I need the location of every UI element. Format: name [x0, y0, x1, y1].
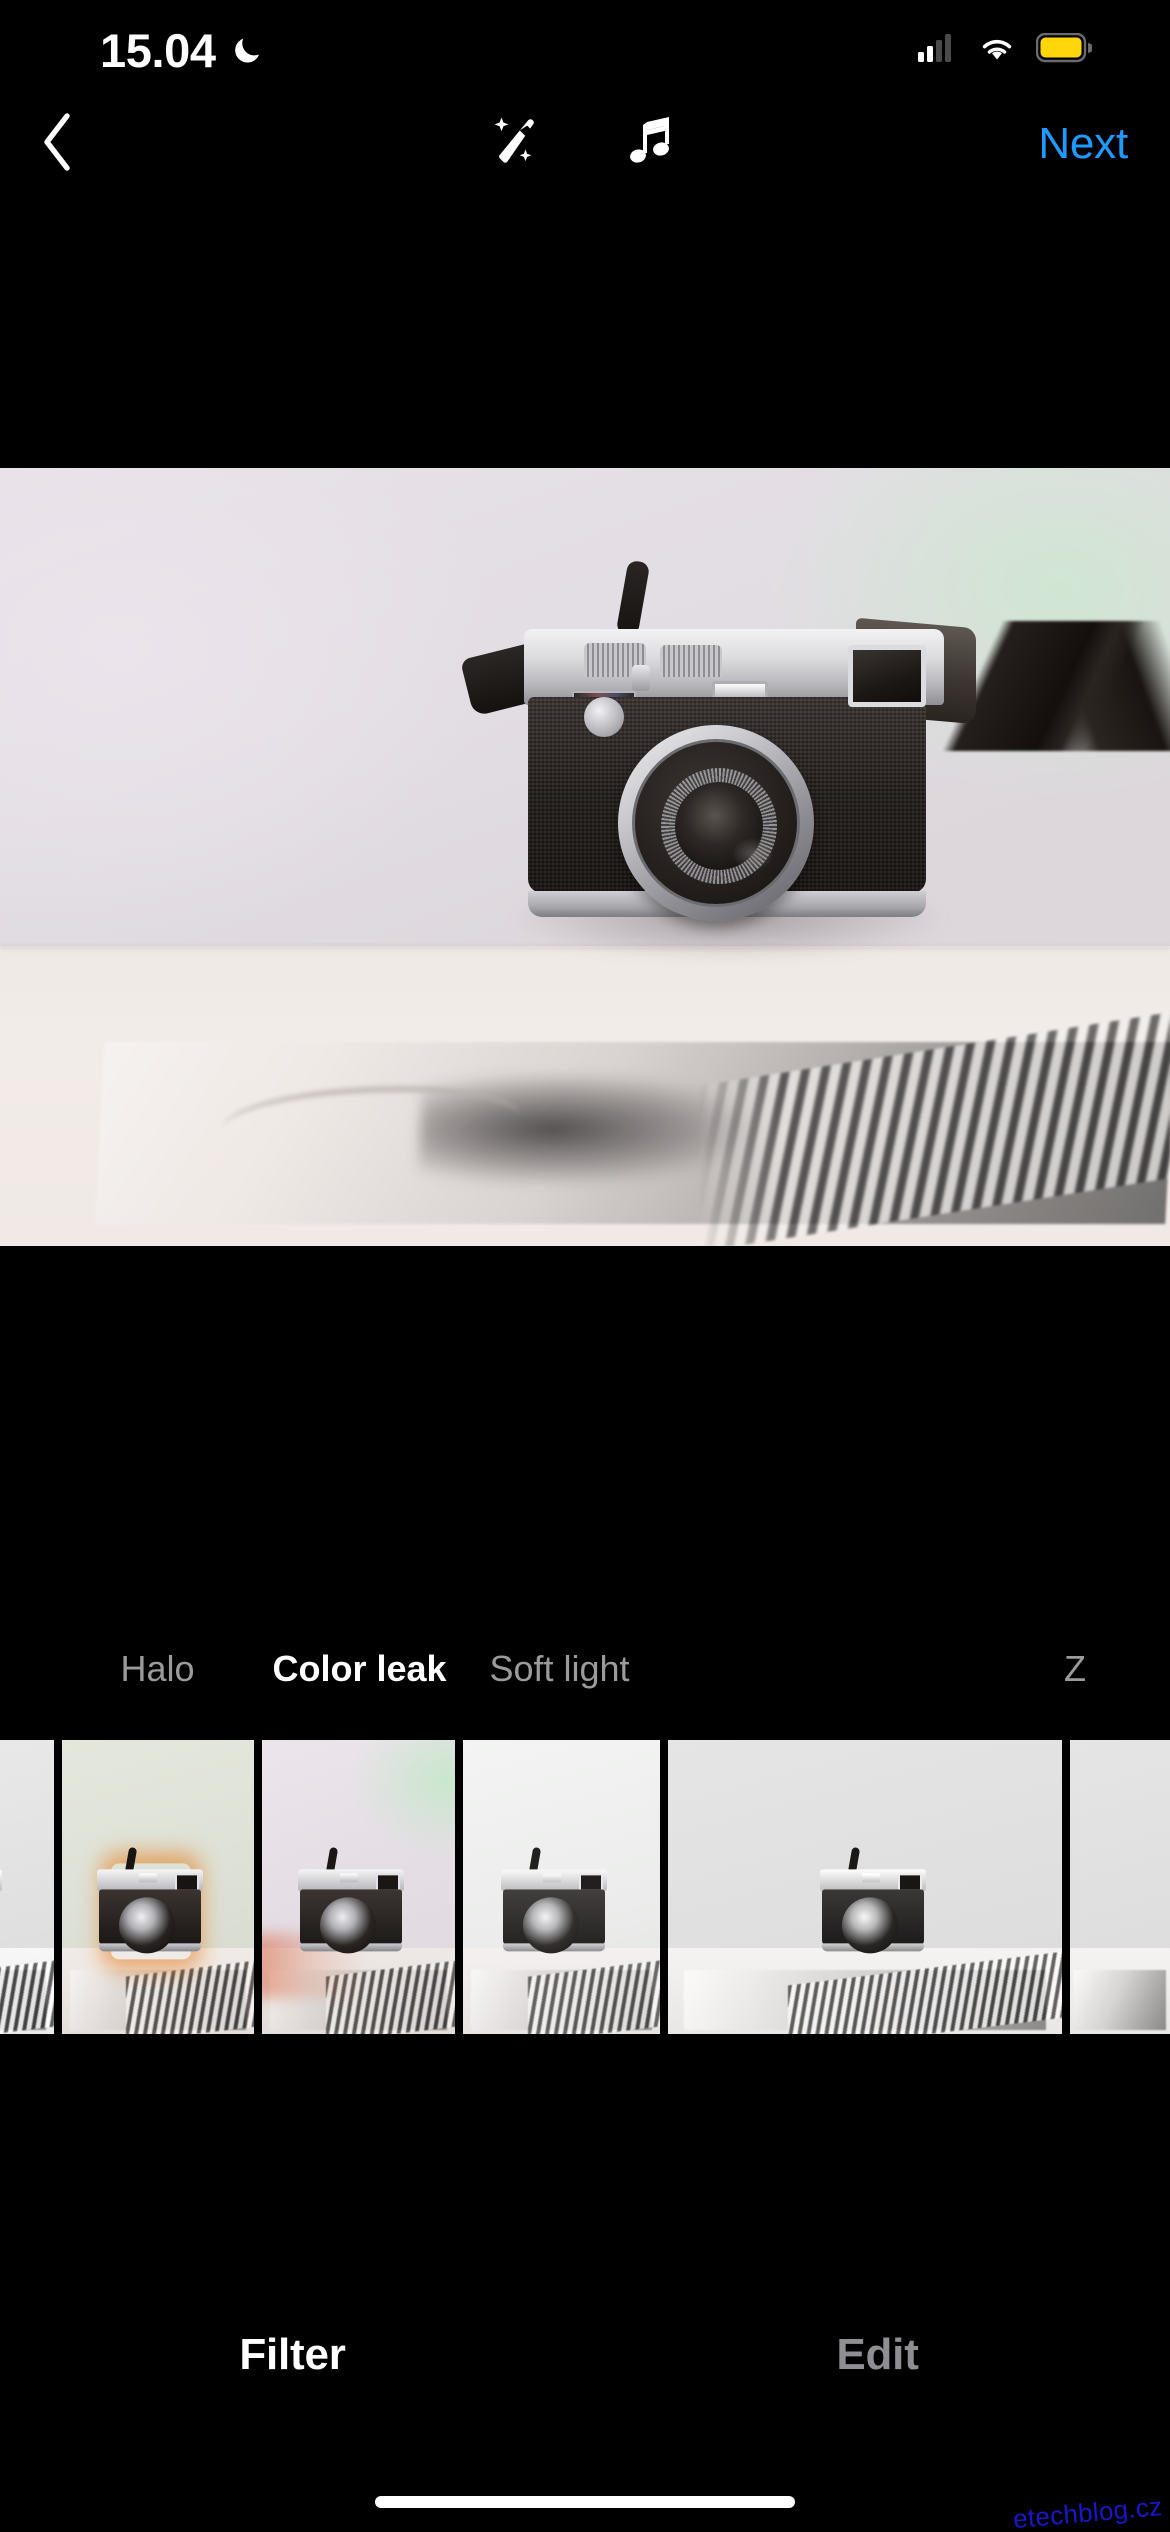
editor-nav-bar: Next: [0, 100, 1170, 188]
filter-thumbnail-z[interactable]: [668, 1740, 1062, 2034]
wifi-icon: [978, 34, 1016, 67]
camera-lens-barrel: [632, 739, 800, 907]
photo-print-on-desk: [95, 1011, 1170, 1246]
filter-thumbnail-soft-light[interactable]: [463, 1740, 660, 2034]
home-indicator[interactable]: [375, 2496, 795, 2508]
nav-tools-group: [482, 108, 688, 180]
status-bar-clock: 15.04: [100, 23, 216, 77]
camera-lens-glass: [675, 782, 773, 870]
filter-thumbnail-next-partial[interactable]: [1070, 1740, 1170, 2034]
filter-thumbnail-color-leak[interactable]: [262, 1740, 455, 2034]
status-bar-right: [918, 32, 1093, 68]
next-button[interactable]: Next: [1038, 122, 1128, 166]
magic-wand-icon: [487, 111, 549, 178]
print-cable-shape: [218, 1086, 523, 1162]
status-bar-left: 15.04: [100, 27, 264, 74]
filter-label-color-leak[interactable]: Color leak: [262, 1636, 457, 1702]
tab-filter[interactable]: Filter: [0, 2310, 585, 2400]
filter-thumbnail-bw[interactable]: [0, 1740, 54, 2034]
tab-edit[interactable]: Edit: [585, 2310, 1170, 2400]
photo-preview[interactable]: [0, 468, 1170, 1246]
print-stripe-pattern: [698, 1011, 1170, 1246]
camera-viewfinder: [848, 645, 926, 707]
cellular-signal-icon: [918, 33, 958, 67]
filter-label-z[interactable]: Z: [1064, 1636, 1164, 1702]
camera-subject: [460, 559, 1170, 959]
filter-label-soft-light[interactable]: Soft light: [462, 1636, 657, 1702]
filter-thumbnail-halo[interactable]: [62, 1740, 254, 2034]
filter-name-row: Halo Color leak Soft light Z: [0, 1636, 1170, 1702]
battery-icon: [1035, 32, 1093, 68]
chevron-left-icon: [40, 112, 74, 176]
enhance-button[interactable]: [482, 108, 554, 180]
phone-screen: 15.04 Next Halo Color leak Soft light Z …: [0, 0, 1170, 2532]
camera-lens: [618, 725, 814, 921]
camera-dial-right: [660, 645, 722, 677]
watermark: etechblog.cz: [1012, 2491, 1164, 2532]
filter-label-halo[interactable]: Halo: [60, 1636, 255, 1702]
editor-mode-tabs: Filter Edit: [0, 2310, 1170, 2400]
music-button[interactable]: [616, 108, 688, 180]
music-note-icon: [623, 113, 681, 176]
filter-thumbnail-strip[interactable]: [0, 1740, 1170, 2034]
camera-shutter-button: [632, 665, 650, 691]
camera-front-knob: [584, 697, 624, 737]
crescent-moon-icon: [230, 33, 264, 67]
status-bar: 15.04: [0, 0, 1170, 100]
back-button[interactable]: [22, 109, 92, 179]
camera-lens-glint: [733, 838, 773, 870]
